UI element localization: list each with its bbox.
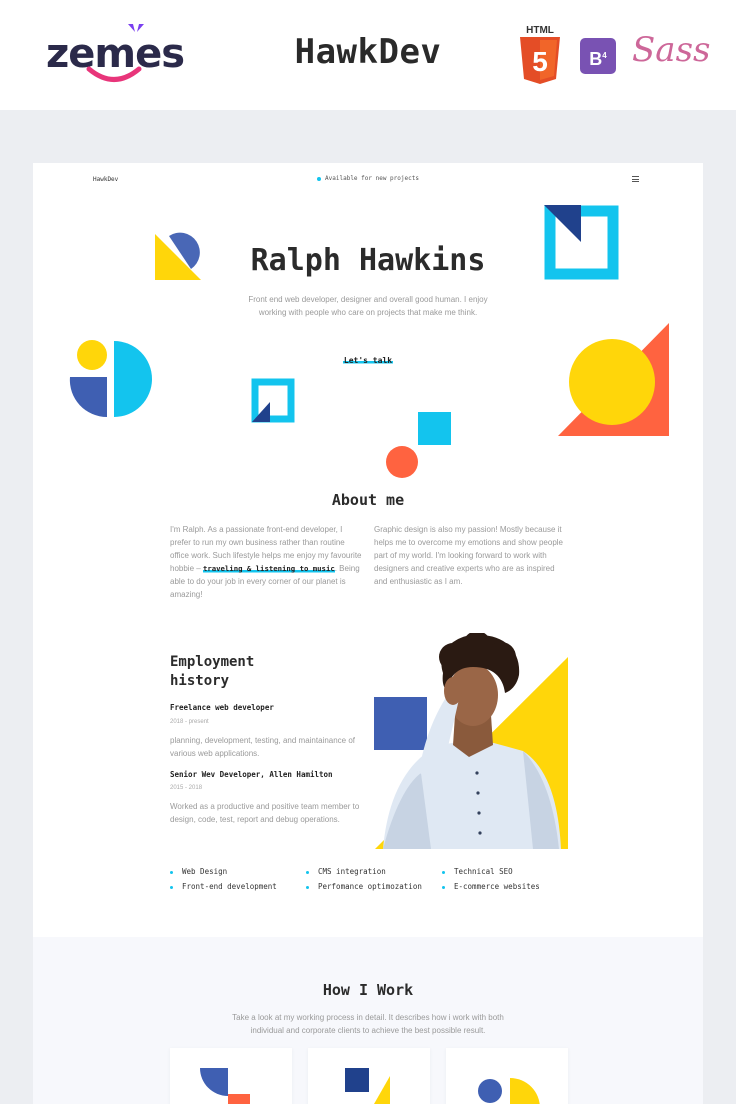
job-dates: 2015 - 2018 — [170, 785, 203, 791]
about-left-paragraph: I'm Ralph. As a passionate front-end dev… — [170, 525, 362, 599]
site-preview: HawkDev Available for new projects Ralph… — [33, 163, 703, 1104]
skill-item: Technical SEO — [442, 867, 513, 876]
employment-title: Employment history — [170, 654, 255, 689]
portrait-photo — [374, 633, 568, 849]
hobby-highlight: traveling & listening to music — [202, 564, 335, 573]
bootstrap-logo: B4 — [580, 38, 616, 74]
availability-status: Available for new projects — [33, 175, 703, 182]
lets-talk-wrapper: Let's talk — [33, 348, 703, 367]
skill-item: E-commerce websites — [442, 882, 540, 891]
job-description: planning, development, testing, and main… — [170, 736, 356, 758]
status-dot-icon — [317, 176, 322, 181]
hero-title: Ralph Hawkins — [250, 243, 486, 278]
html5-logo: HTML 5 — [518, 24, 562, 84]
svg-text:5: 5 — [532, 46, 548, 77]
hero-subtitle: Front end web developer, designer and ov… — [248, 295, 488, 317]
process-card[interactable] — [170, 1048, 292, 1104]
skill-item: Perfomance optimozation — [306, 882, 422, 891]
banner-title: HawkDev — [294, 32, 442, 72]
lets-talk-link[interactable]: Let's talk — [342, 356, 394, 365]
hero-shape-square-circle-icon — [386, 412, 451, 478]
svg-text:HTML: HTML — [526, 25, 554, 36]
job-dates: 2018 - present — [170, 719, 209, 725]
how-title: How I Work — [322, 981, 414, 999]
process-card[interactable] — [308, 1048, 430, 1104]
hero-shape-orange-triangle-icon — [558, 323, 669, 436]
sass-logo: Sass — [632, 30, 711, 70]
process-card-shape-icon — [478, 1078, 540, 1104]
skill-item: Front-end development — [170, 882, 277, 891]
about-right-paragraph: Graphic design is also my passion! Mostl… — [374, 525, 563, 586]
process-card-shape-icon — [200, 1068, 250, 1104]
about-title: About me — [331, 491, 405, 509]
promo-banner: zemes HawkDev HTML 5 B4 Sass — [0, 0, 736, 110]
job-description: Worked as a productive and positive team… — [170, 802, 360, 824]
hero-shape-small-square-icon — [251, 378, 295, 423]
hamburger-menu-icon[interactable] — [632, 176, 639, 182]
process-card-shape-icon — [345, 1068, 390, 1104]
availability-text: Available for new projects — [325, 175, 419, 182]
how-subtitle: Take a look at my working process in det… — [232, 1013, 504, 1035]
skill-item: Web Design — [170, 867, 227, 876]
process-card[interactable] — [446, 1048, 568, 1104]
job-title: Senior Wev Developer, Allen Hamilton — [170, 770, 333, 779]
job-title: Freelance web developer — [170, 703, 274, 712]
skill-item: CMS integration — [306, 867, 386, 876]
